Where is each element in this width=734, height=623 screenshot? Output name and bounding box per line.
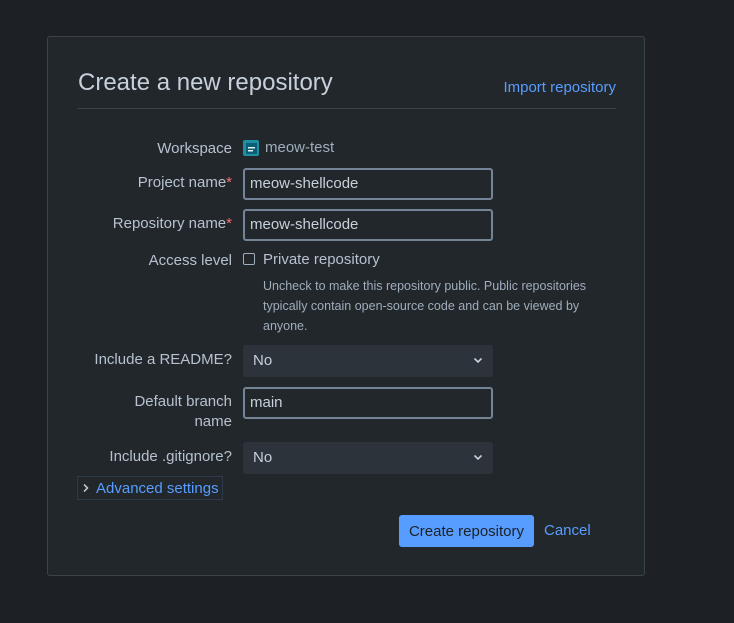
readme-selected-value: No bbox=[253, 352, 273, 369]
import-repository-link[interactable]: Import repository bbox=[503, 79, 616, 96]
gitignore-select[interactable]: No bbox=[243, 442, 493, 474]
required-marker: * bbox=[226, 174, 232, 191]
project-name-input[interactable]: meow-shellcode bbox=[243, 168, 493, 200]
project-name-label: Project name* bbox=[137, 174, 232, 191]
default-branch-input[interactable]: main bbox=[243, 387, 493, 419]
chevron-down-icon bbox=[473, 345, 483, 377]
workspace-avatar-icon bbox=[243, 139, 259, 156]
repository-name-label: Repository name* bbox=[112, 215, 232, 232]
default-branch-label: Default branch name bbox=[134, 393, 232, 430]
gitignore-selected-value: No bbox=[253, 449, 273, 466]
gitignore-label: Include .gitignore? bbox=[109, 448, 232, 465]
private-repository-label[interactable]: Private repository bbox=[263, 251, 380, 268]
page-title: Create a new repository bbox=[78, 69, 333, 96]
card-header: Create a new repository Import repositor… bbox=[78, 65, 616, 109]
workspace-name: meow-test bbox=[265, 139, 335, 156]
required-marker: * bbox=[226, 215, 232, 232]
workspace-value: meow-test bbox=[243, 139, 334, 156]
create-repository-button[interactable]: Create repository bbox=[399, 515, 534, 547]
create-repository-card: Create a new repository Import repositor… bbox=[47, 36, 645, 576]
chevron-down-icon bbox=[473, 442, 483, 474]
access-level-label: Access level bbox=[148, 252, 232, 269]
repository-name-input[interactable]: meow-shellcode bbox=[243, 209, 493, 241]
readme-label: Include a README? bbox=[94, 351, 232, 368]
advanced-settings-label: Advanced settings bbox=[96, 479, 219, 497]
chevron-right-icon bbox=[82, 480, 96, 497]
cancel-button[interactable]: Cancel bbox=[544, 515, 591, 547]
access-level-help-text: Uncheck to make this repository public. … bbox=[263, 279, 587, 333]
advanced-settings-toggle[interactable]: Advanced settings bbox=[77, 476, 223, 500]
workspace-label: Workspace bbox=[157, 140, 232, 157]
private-repository-checkbox[interactable] bbox=[243, 253, 255, 265]
readme-select[interactable]: No bbox=[243, 345, 493, 377]
